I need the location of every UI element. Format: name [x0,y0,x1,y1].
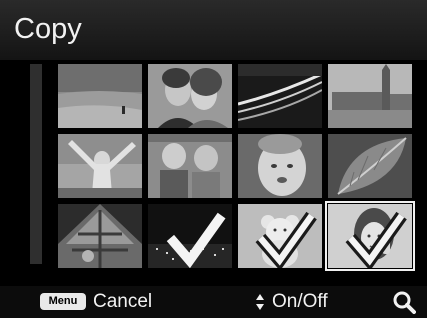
woman-photo [58,134,142,198]
check-icon [334,206,407,268]
playground-photo [58,204,142,268]
beach-photo [58,64,142,128]
thumbnail-playground-tower[interactable] [58,204,142,268]
leaf-photo [328,134,412,198]
thumbnail-baby-face[interactable] [238,134,322,198]
on-off-toggle-button[interactable]: On/Off [272,291,328,313]
thumbnail-girl-portrait[interactable] [325,201,415,271]
title-bar: Copy [0,0,427,60]
baby-photo [238,134,322,198]
cancel-button[interactable]: Cancel [93,291,152,313]
magnifier-icon[interactable] [392,290,416,314]
check-icon [244,206,317,268]
scrollbar-thumb[interactable] [30,64,42,264]
thumbnail-couple-portrait[interactable] [148,64,232,128]
page-title: Copy [14,13,82,45]
thumbnail-woman-arms-raised[interactable] [58,134,142,198]
london-photo [328,64,412,128]
up-down-arrows-icon [255,293,265,311]
menu-key-icon: Menu [40,293,86,310]
thumbnail-teddy-bear[interactable] [238,204,322,268]
thumbnail-london-big-ben[interactable] [328,64,412,128]
thumbnail-night-highway[interactable] [238,64,322,128]
thumbnail-two-boys[interactable] [148,134,232,198]
copy-screen: Copy Menu Cancel On/Off [0,0,427,318]
thumbnail-grid [58,64,415,271]
check-icon [154,206,226,268]
thumbnail-leaf-closeup[interactable] [328,134,412,198]
highway-photo [238,64,322,128]
scrollbar[interactable] [30,64,42,264]
thumbnail-night-cityscape[interactable] [148,204,232,268]
thumbnail-beach-walk[interactable] [58,64,142,128]
boys-photo [148,134,232,198]
couple-photo [148,64,232,128]
footer-bar: Menu Cancel On/Off [0,286,427,318]
